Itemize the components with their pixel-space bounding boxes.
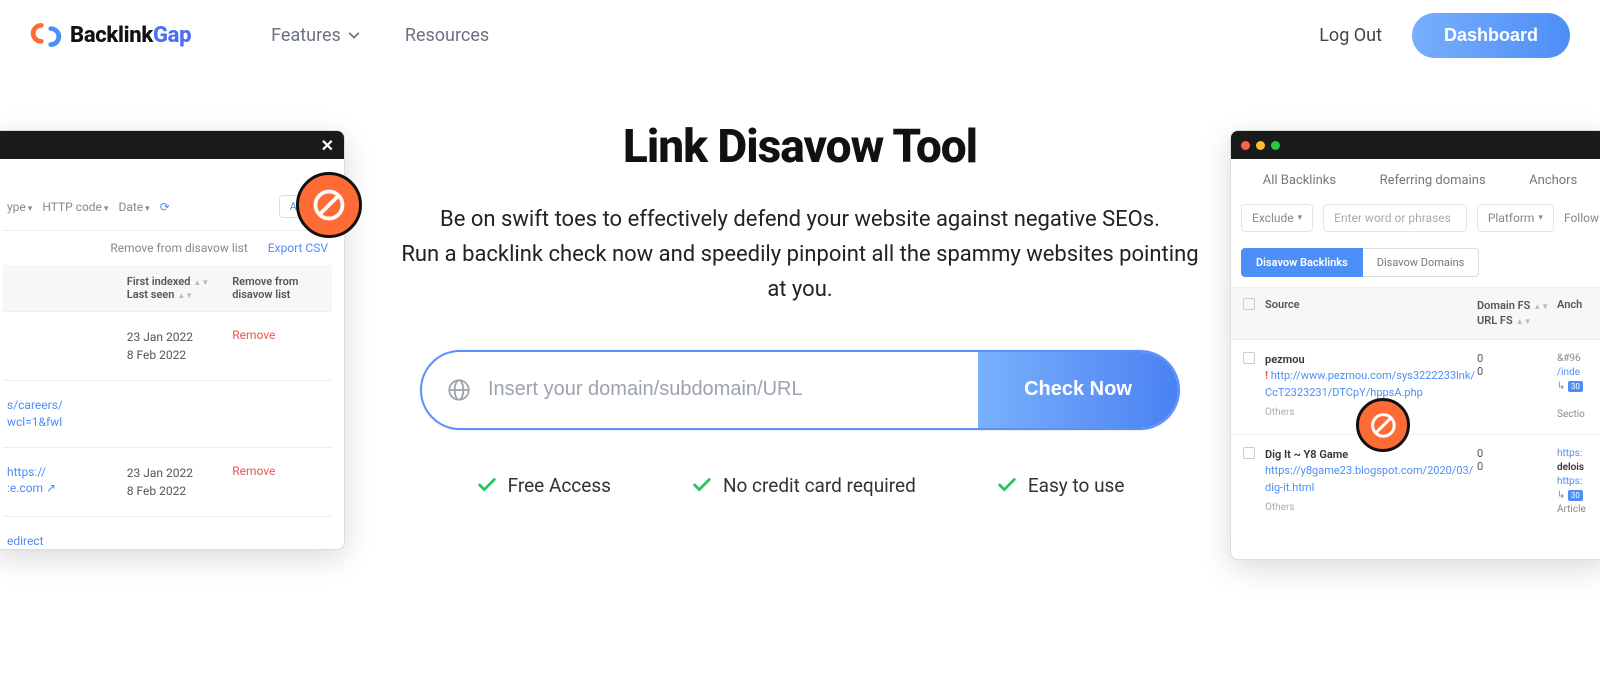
follow-filter: Follow xyxy=(1564,211,1599,225)
table-row: Dig It ~ Y8 Game https://y8game23.blogsp… xyxy=(1231,434,1600,529)
brand-text: BacklinkGap xyxy=(70,23,191,48)
nav-resources-label: Resources xyxy=(405,25,489,46)
mock-window-left: ✕ ype▾ HTTP code▾ Date▾ ⟳ Apply Remove f… xyxy=(0,130,345,550)
mac-min-icon xyxy=(1256,141,1265,150)
domain-input[interactable] xyxy=(488,378,978,401)
disavow-badge-icon xyxy=(1356,398,1410,452)
phrase-input: Enter word or phrases xyxy=(1323,204,1467,232)
pill-disavow-domains: Disavow Domains xyxy=(1363,248,1480,277)
check-now-button[interactable]: Check Now xyxy=(978,352,1178,428)
hero-line2: Run a backlink check now and speedily pi… xyxy=(390,237,1210,307)
mac-max-icon xyxy=(1271,141,1280,150)
logo-icon xyxy=(30,19,62,51)
table-row: https:// :e.com ↗ 23 Jan 20228 Feb 2022 … xyxy=(3,447,332,516)
nav-features-label: Features xyxy=(271,25,341,46)
check-icon xyxy=(691,474,713,496)
chevron-down-icon xyxy=(347,28,361,42)
exclude-filter: Exclude▾ xyxy=(1241,204,1313,232)
feature-free-access: Free Access xyxy=(476,474,611,497)
hero-line1: Be on swift toes to effectively defend y… xyxy=(390,202,1210,237)
dashboard-button[interactable]: Dashboard xyxy=(1412,13,1570,58)
filter-type: ype▾ xyxy=(7,200,32,214)
mock-window-right: All Backlinks Referring domains Anchors … xyxy=(1230,130,1600,560)
filter-http: HTTP code▾ xyxy=(42,200,108,214)
nav-resources[interactable]: Resources xyxy=(405,25,489,46)
tab-referring: Referring domains xyxy=(1380,173,1486,188)
table-row: edirect xyxy=(3,516,332,550)
close-icon: ✕ xyxy=(321,136,334,155)
globe-icon xyxy=(446,377,472,403)
tab-backlinks: All Backlinks xyxy=(1263,173,1336,188)
remove-list-link: Remove from disavow list xyxy=(110,241,247,255)
checkbox-all xyxy=(1243,298,1255,310)
pill-disavow-backlinks: Disavow Backlinks xyxy=(1241,248,1363,277)
platform-filter: Platform▾ xyxy=(1477,204,1554,232)
feature-easy: Easy to use xyxy=(996,474,1125,497)
check-icon xyxy=(996,474,1018,496)
logout-link[interactable]: Log Out xyxy=(1319,25,1382,46)
check-icon xyxy=(476,474,498,496)
export-csv-link: Export CSV xyxy=(268,241,328,255)
refresh-icon: ⟳ xyxy=(160,200,170,214)
tab-anchors: Anchors xyxy=(1529,173,1577,188)
table-row: 23 Jan 20228 Feb 2022 Remove xyxy=(3,311,332,380)
domain-search: Check Now xyxy=(420,350,1180,430)
disavow-badge-icon xyxy=(296,172,362,238)
filter-date: Date▾ xyxy=(118,200,149,214)
mac-close-icon xyxy=(1241,141,1250,150)
table-row: pezmou http://www.pezmou.com/sys3222233l… xyxy=(1231,339,1600,434)
feature-no-card: No credit card required xyxy=(691,474,916,497)
nav-features[interactable]: Features xyxy=(271,25,361,46)
brand-logo[interactable]: BacklinkGap xyxy=(30,19,191,51)
table-row: s/careers/ wcl=1&fwl xyxy=(3,380,332,447)
